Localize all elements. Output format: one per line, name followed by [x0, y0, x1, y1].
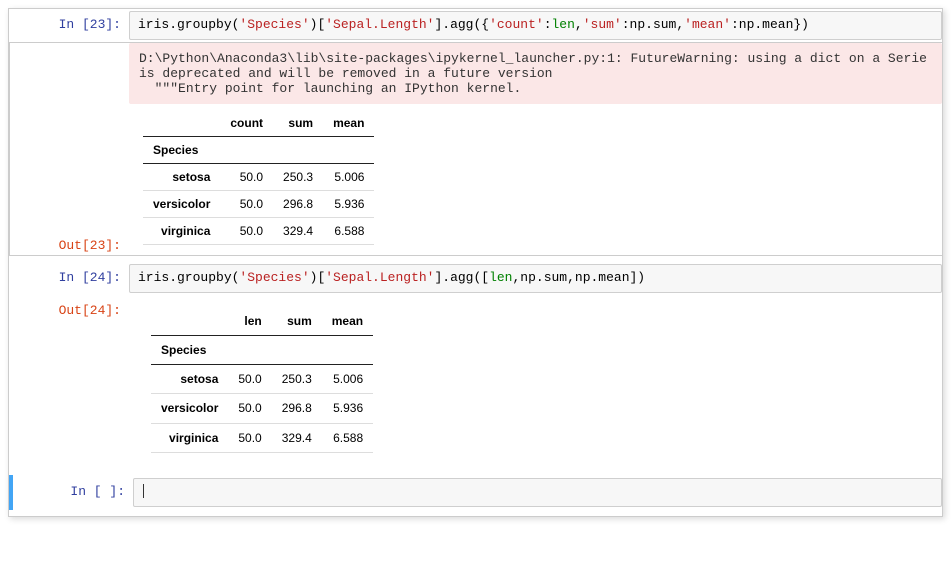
code-token: 'sum' — [583, 17, 622, 32]
cell-value: 6.588 — [323, 217, 374, 244]
code-token: len — [489, 270, 512, 285]
in-prompt-24: In [24]: — [9, 264, 129, 293]
cell-value: 50.0 — [228, 365, 271, 394]
cell-value: 329.4 — [273, 217, 323, 244]
code-token: )[ — [310, 270, 326, 285]
cell-value: 296.8 — [273, 190, 323, 217]
output-content-24: len sum mean Species setosa 50.0 250.3 5… — [129, 297, 942, 467]
index-name: Species — [143, 136, 220, 163]
row-index: setosa — [143, 163, 220, 190]
table-row: versicolor 50.0 296.8 5.936 — [143, 190, 374, 217]
table-row: virginica 50.0 329.4 6.588 — [151, 423, 373, 452]
cell-value: 5.006 — [323, 163, 374, 190]
col-header: len — [228, 307, 271, 336]
col-header: mean — [323, 110, 374, 137]
index-name: Species — [151, 335, 228, 364]
cell-value: 50.0 — [220, 163, 273, 190]
cell-value: 5.936 — [322, 394, 373, 423]
cell-value: 329.4 — [272, 423, 322, 452]
output-block-24: Out[24]: len sum mean Species — [9, 295, 942, 469]
col-header: mean — [322, 307, 373, 336]
code-token: 'Species' — [239, 270, 309, 285]
row-index: virginica — [151, 423, 228, 452]
row-index: setosa — [151, 365, 228, 394]
in-prompt-empty: In [ ]: — [13, 478, 133, 507]
code-token: 'mean' — [684, 17, 731, 32]
cursor-icon — [143, 484, 144, 498]
cell-value: 296.8 — [272, 394, 322, 423]
out-prompt-label: Out[24]: — [59, 303, 121, 318]
code-token: : — [544, 17, 552, 32]
code-token: ].agg({ — [434, 17, 489, 32]
code-input-empty[interactable] — [133, 478, 942, 507]
code-token: :np.sum, — [622, 17, 684, 32]
code-cell-empty-selected[interactable]: In [ ]: — [9, 475, 942, 510]
col-header: sum — [273, 110, 323, 137]
code-token: iris.groupby( — [138, 270, 239, 285]
row-index: virginica — [143, 217, 220, 244]
cell-value: 250.3 — [272, 365, 322, 394]
code-token: 'Sepal.Length' — [325, 270, 434, 285]
code-token: ,np.sum,np.mean]) — [512, 270, 645, 285]
code-token: ].agg([ — [434, 270, 489, 285]
code-token: iris.groupby( — [138, 17, 239, 32]
cell-value: 5.006 — [322, 365, 373, 394]
dataframe-output-23: count sum mean Species setosa 50.0 250.3 — [143, 110, 374, 245]
row-index: versicolor — [143, 190, 220, 217]
in-prompt-label: In [23]: — [59, 17, 121, 32]
output-block-23: Out[23]: D:\Python\Anaconda3\lib\site-pa… — [9, 42, 942, 256]
warning-output: D:\Python\Anaconda3\lib\site-packages\ip… — [129, 43, 942, 104]
code-cell-24: In [24]: iris.groupby('Species')['Sepal.… — [9, 262, 942, 295]
cell-value: 50.0 — [228, 423, 271, 452]
code-token: len — [552, 17, 575, 32]
code-input-23[interactable]: iris.groupby('Species')['Sepal.Length'].… — [129, 11, 942, 40]
code-token: 'Sepal.Length' — [325, 17, 434, 32]
col-header: sum — [272, 307, 322, 336]
out-prompt-23: Out[23]: — [9, 42, 129, 256]
col-header: count — [220, 110, 273, 137]
code-token: 'count' — [489, 17, 544, 32]
cell-value: 6.588 — [322, 423, 373, 452]
table-row: versicolor 50.0 296.8 5.936 — [151, 394, 373, 423]
code-cell-23: In [23]: iris.groupby('Species')['Sepal.… — [9, 9, 942, 42]
dataframe-output-24: len sum mean Species setosa 50.0 250.3 5… — [151, 307, 373, 453]
output-content-23: D:\Python\Anaconda3\lib\site-packages\ip… — [129, 42, 942, 256]
cell-value: 50.0 — [220, 217, 273, 244]
table-row: setosa 50.0 250.3 5.006 — [143, 163, 374, 190]
code-token: :np.mean}) — [731, 17, 809, 32]
code-token: , — [575, 17, 583, 32]
notebook-container: In [23]: iris.groupby('Species')['Sepal.… — [8, 8, 943, 517]
cell-value: 50.0 — [220, 190, 273, 217]
in-prompt-label: In [24]: — [59, 270, 121, 285]
table-row: virginica 50.0 329.4 6.588 — [143, 217, 374, 244]
table-row: setosa 50.0 250.3 5.006 — [151, 365, 373, 394]
row-index: versicolor — [151, 394, 228, 423]
cell-value: 250.3 — [273, 163, 323, 190]
cell-value: 50.0 — [228, 394, 271, 423]
cell-value: 5.936 — [323, 190, 374, 217]
in-prompt-23: In [23]: — [9, 11, 129, 40]
code-input-24[interactable]: iris.groupby('Species')['Sepal.Length'].… — [129, 264, 942, 293]
code-token: )[ — [310, 17, 326, 32]
out-prompt-label: Out[23]: — [59, 238, 121, 253]
in-prompt-label: In [ ]: — [70, 484, 125, 499]
code-token: 'Species' — [239, 17, 309, 32]
out-prompt-24: Out[24]: — [9, 297, 129, 467]
